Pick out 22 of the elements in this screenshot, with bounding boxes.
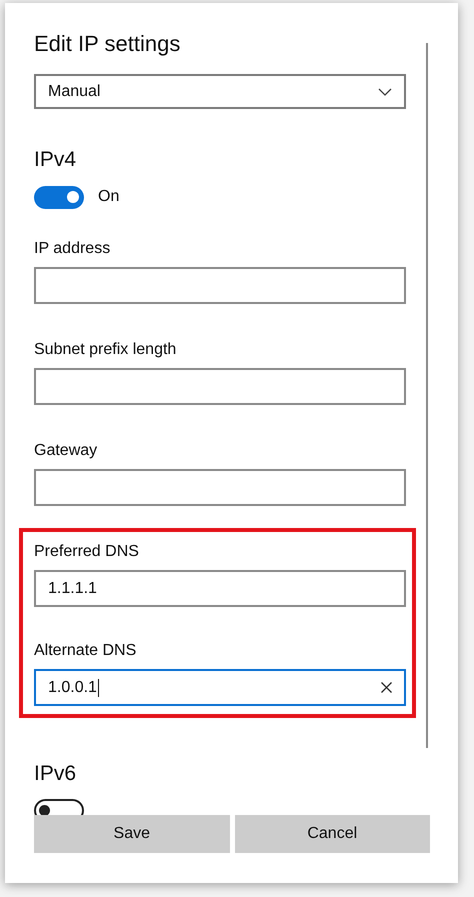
field-label: Gateway bbox=[34, 441, 98, 461]
input-field[interactable] bbox=[34, 267, 406, 304]
input-field[interactable]: 1.1.1.1 bbox=[34, 570, 406, 607]
field-label: Subnet prefix length bbox=[34, 340, 178, 360]
clear-icon[interactable] bbox=[381, 682, 392, 693]
input-field[interactable] bbox=[34, 469, 406, 506]
toggle-label: On bbox=[98, 187, 120, 207]
section-heading: IPv4 bbox=[34, 147, 78, 173]
text-cursor bbox=[98, 678, 99, 696]
dialog-button[interactable]: Cancel bbox=[234, 815, 430, 853]
field-label: Alternate DNS bbox=[34, 641, 138, 661]
chevron-down-icon bbox=[378, 88, 392, 96]
dialog-button[interactable]: Save bbox=[34, 815, 230, 853]
field-label: IP address bbox=[34, 239, 112, 259]
toggle-switch[interactable] bbox=[34, 186, 84, 208]
input-field[interactable]: 1.0.0.1 bbox=[34, 669, 406, 706]
field-label: Preferred DNS bbox=[34, 542, 140, 562]
input-field[interactable] bbox=[34, 368, 406, 405]
scrollbar[interactable] bbox=[426, 43, 428, 748]
dialog-title: Edit IP settings bbox=[34, 30, 182, 58]
mode-dropdown[interactable]: Manual bbox=[34, 74, 406, 109]
section-heading: IPv6 bbox=[34, 761, 78, 787]
